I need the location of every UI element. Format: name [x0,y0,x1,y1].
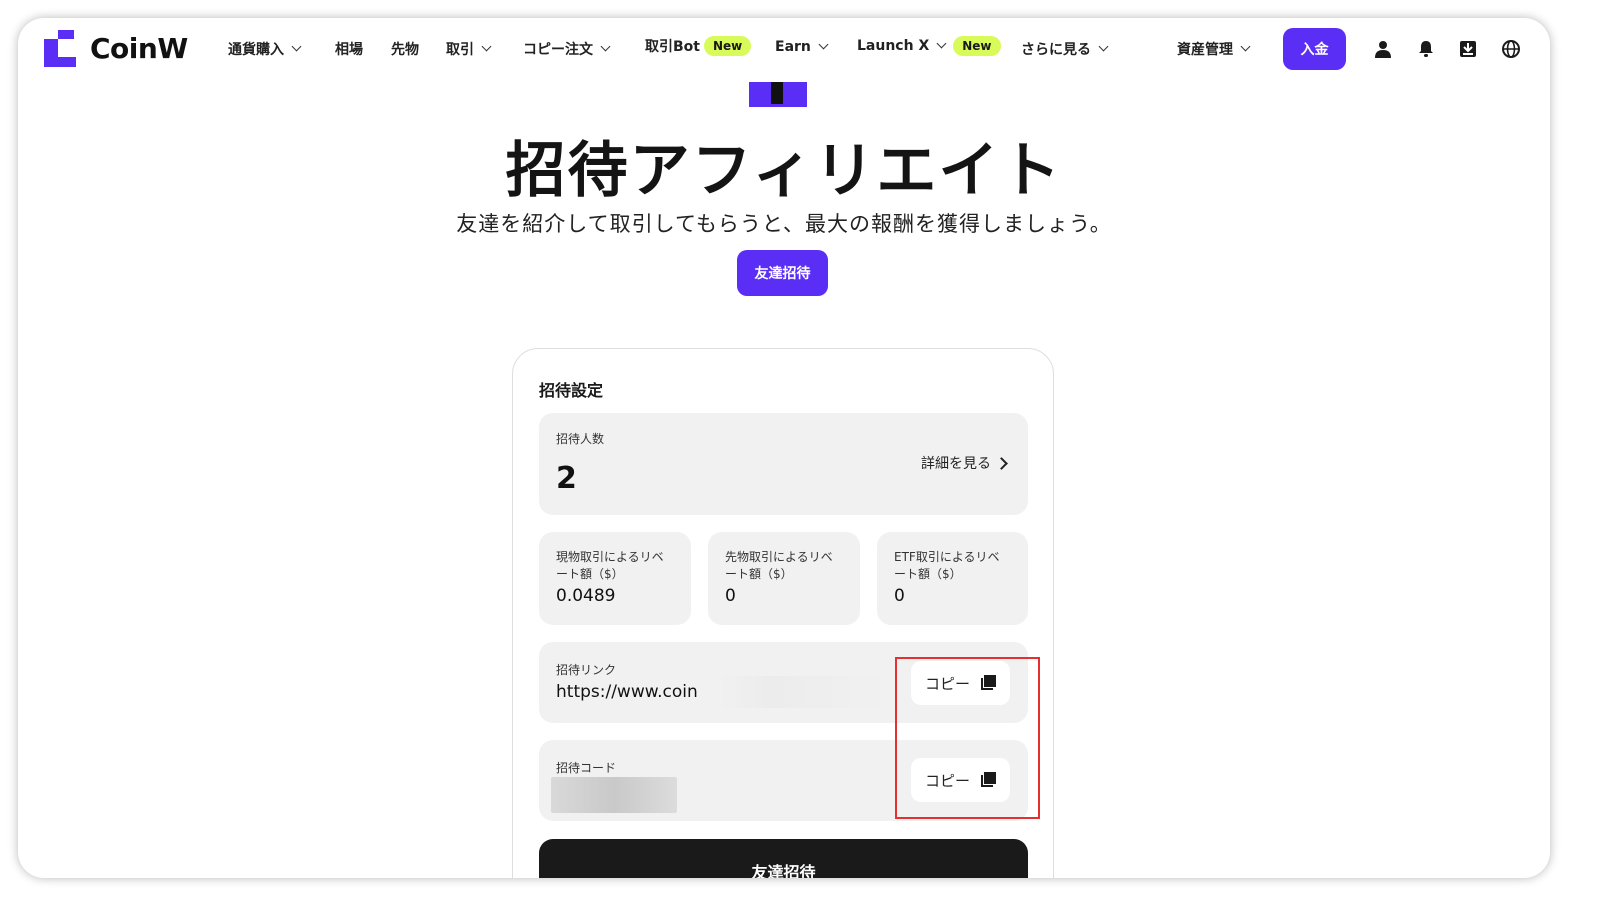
coinw-logo[interactable]: CoinW [44,30,188,67]
new-badge: New [703,36,752,56]
invite-code-label: 招待コード [556,761,617,775]
nav-label: さらに見る [1021,42,1091,58]
page-title: 招待アフィリエイト [505,136,1063,206]
view-details-link[interactable]: 詳細を見る [921,453,1008,473]
nav-item-trade[interactable]: 取引 [446,39,492,59]
redacted-link [719,676,889,708]
nav-item-trading-bot[interactable]: 取引Bot New [645,36,752,56]
rebate-label: ETF取引によるリベ ート額（$） [894,549,999,583]
nav-item-more[interactable]: さらに見る [1021,39,1109,59]
etf-rebate-panel: ETF取引によるリベ ート額（$） 0 [877,532,1028,625]
rebate-label-line: 先物取引によるリベ [725,550,833,564]
rebate-value: 0 [725,586,736,606]
nav-label: 先物 [391,42,419,58]
card-title: 招待設定 [539,381,604,400]
nav-label: 取引Bot [645,39,700,55]
rebate-label-line: ート額（$） [556,567,624,581]
coinw-logo-icon [44,30,76,67]
new-badge: New [953,36,1001,56]
user-icon[interactable] [1372,38,1394,60]
rebate-value: 0.0489 [556,586,616,606]
chevron-down-icon [818,39,829,50]
rebate-label-line: ート額（$） [894,567,962,581]
highlight-box [895,657,1040,819]
nav-label: Launch X [857,38,930,54]
rebate-label-line: 現物取引によるリベ [556,550,664,564]
top-navbar: CoinW 通貨購入 相場 先物 取引 コピー注文 取引Bot New Earn … [18,18,1550,82]
brand-name: CoinW [90,32,188,65]
redacted-code [551,777,677,813]
nav-item-copy-trading[interactable]: コピー注文 [523,39,611,59]
nav-label: コピー注文 [523,42,593,58]
nav-label: 相場 [335,42,363,58]
rebate-value: 0 [894,586,905,606]
chevron-right-icon [995,456,1008,470]
invite-link-value: https://www.coin [556,682,698,702]
rebate-label-line: ETF取引によるリベ [894,550,1000,564]
invite-count-label: 招待人数 [556,432,605,446]
view-details-label: 詳細を見る [921,456,991,472]
nav-item-markets[interactable]: 相場 [335,39,363,59]
page-subtitle: 友達を紹介して取引してもらうと、最大の報酬を獲得しましょう。 [456,212,1112,236]
nav-item-asset-management[interactable]: 資産管理 [1177,39,1251,59]
invite-friends-bottom-button[interactable]: 友達招待 [539,839,1028,878]
invite-friends-button[interactable]: 友達招待 [737,250,828,296]
bell-icon[interactable] [1415,38,1437,60]
rebate-label: 現物取引によるリベ ート額（$） [556,549,664,583]
deposit-button[interactable]: 入金 [1283,28,1346,70]
nav-item-futures[interactable]: 先物 [391,39,419,59]
rebate-label: 先物取引によるリベ ート額（$） [725,549,833,583]
chevron-down-icon [481,41,492,52]
download-icon[interactable] [1457,38,1479,60]
invite-link-label: 招待リンク [556,663,617,677]
globe-icon[interactable] [1500,38,1522,60]
nav-item-earn[interactable]: Earn [775,39,829,55]
chevron-down-icon [1098,41,1109,52]
rebate-label-line: ート額（$） [725,567,793,581]
nav-item-launch-x[interactable]: Launch X New [857,36,1001,56]
browser-frame: CoinW 通貨購入 相場 先物 取引 コピー注文 取引Bot New Earn … [18,18,1550,878]
nav-item-buy-crypto[interactable]: 通貨購入 [228,39,302,59]
nav-label: 取引 [446,42,474,58]
invite-count-panel: 招待人数 2 詳細を見る [539,413,1028,515]
invite-count-value: 2 [556,461,577,496]
hero-illustration [749,82,807,107]
chevron-down-icon [936,38,947,49]
spot-rebate-panel: 現物取引によるリベ ート額（$） 0.0489 [539,532,691,625]
chevron-down-icon [1240,41,1251,52]
nav-label: 通貨購入 [228,42,284,58]
chevron-down-icon [291,41,302,52]
chevron-down-icon [600,41,611,52]
nav-label: Earn [775,39,811,55]
futures-rebate-panel: 先物取引によるリベ ート額（$） 0 [708,532,860,625]
nav-label: 資産管理 [1177,42,1233,58]
